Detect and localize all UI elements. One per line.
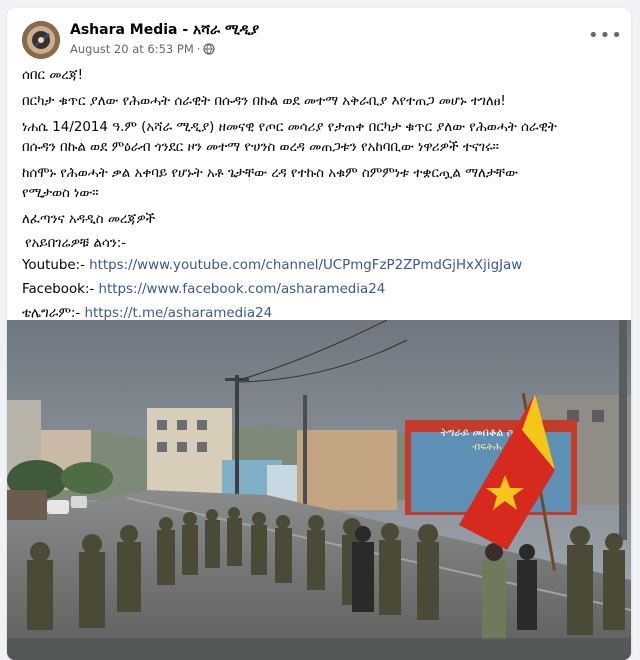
telegram-link[interactable]: https://t.me/asharamedia24 <box>85 306 273 321</box>
post-line-4: በሱዳን በኩል ወደ ምዕራብ ጎንደር ዞን መተማ ዮሀንስ ወረዳ መጠ… <box>22 140 499 155</box>
facebook-label: Facebook:- <box>22 282 95 297</box>
globe-icon <box>203 43 216 55</box>
post-line-1: ሰበር መረጃ! <box>22 68 83 83</box>
timestamp[interactable]: August 20 at 6:53 PM <box>70 42 194 56</box>
youtube-row: Youtube:- https://www.youtube.com/channe… <box>22 256 522 276</box>
post-line-2: በርካታ ቁጥር ያለው የሕወሓት ሰራዊት በሱዳን በኩል ወደ መተማ … <box>22 94 506 109</box>
avatar-image <box>22 21 60 59</box>
more-options-icon[interactable]: ••• <box>588 26 622 50</box>
street-march-image: ትግራይ መበቆል ስልጣኔ ብፍትሕ <box>7 320 631 660</box>
separator: · <box>196 42 201 56</box>
facebook-link[interactable]: https://www.facebook.com/asharamedia24 <box>99 282 386 297</box>
billboard-text-2: ብፍትሕ <box>472 442 501 453</box>
post-photo[interactable]: ትግራይ መበቆል ስልጣኔ ብፍትሕ <box>7 320 631 660</box>
author-name[interactable]: Ashara Media - አሻራ ሚዲያ <box>70 22 259 38</box>
post-meta: August 20 at 6:53 PM · <box>70 42 216 56</box>
facebook-row: Facebook:- https://www.facebook.com/asha… <box>22 280 385 300</box>
post-card: Ashara Media - አሻራ ሚዲያ August 20 at 6:53… <box>7 8 631 660</box>
post-line-7: ለፈጣንና አዳዲስ መረጃዎች <box>22 212 156 227</box>
post-line-6: የሚታወስ ነው። <box>22 186 99 201</box>
telegram-label: ቴሌግራም:- <box>22 306 81 321</box>
youtube-link[interactable]: https://www.youtube.com/channel/UCPmgFzP… <box>89 258 522 273</box>
post-header: Ashara Media - አሻራ ሚዲያ August 20 at 6:53… <box>22 20 622 62</box>
post-line-8: የአይበገሬዎቹ ልሳን:- <box>25 236 127 251</box>
post-line-5: ከሰሞኑ የሕወሓት ቃል አቀባይ የሆኑት አቶ ጌታቸው ረዳ የተኩስ … <box>22 166 518 181</box>
youtube-label: Youtube:- <box>22 258 85 273</box>
avatar[interactable] <box>22 21 60 59</box>
post-line-3: ነሐሴ 14/2014 ዓ.ም (አሻራ ሚዲያ) ዘመናዊ የጦር መሳሪያ … <box>22 120 557 135</box>
